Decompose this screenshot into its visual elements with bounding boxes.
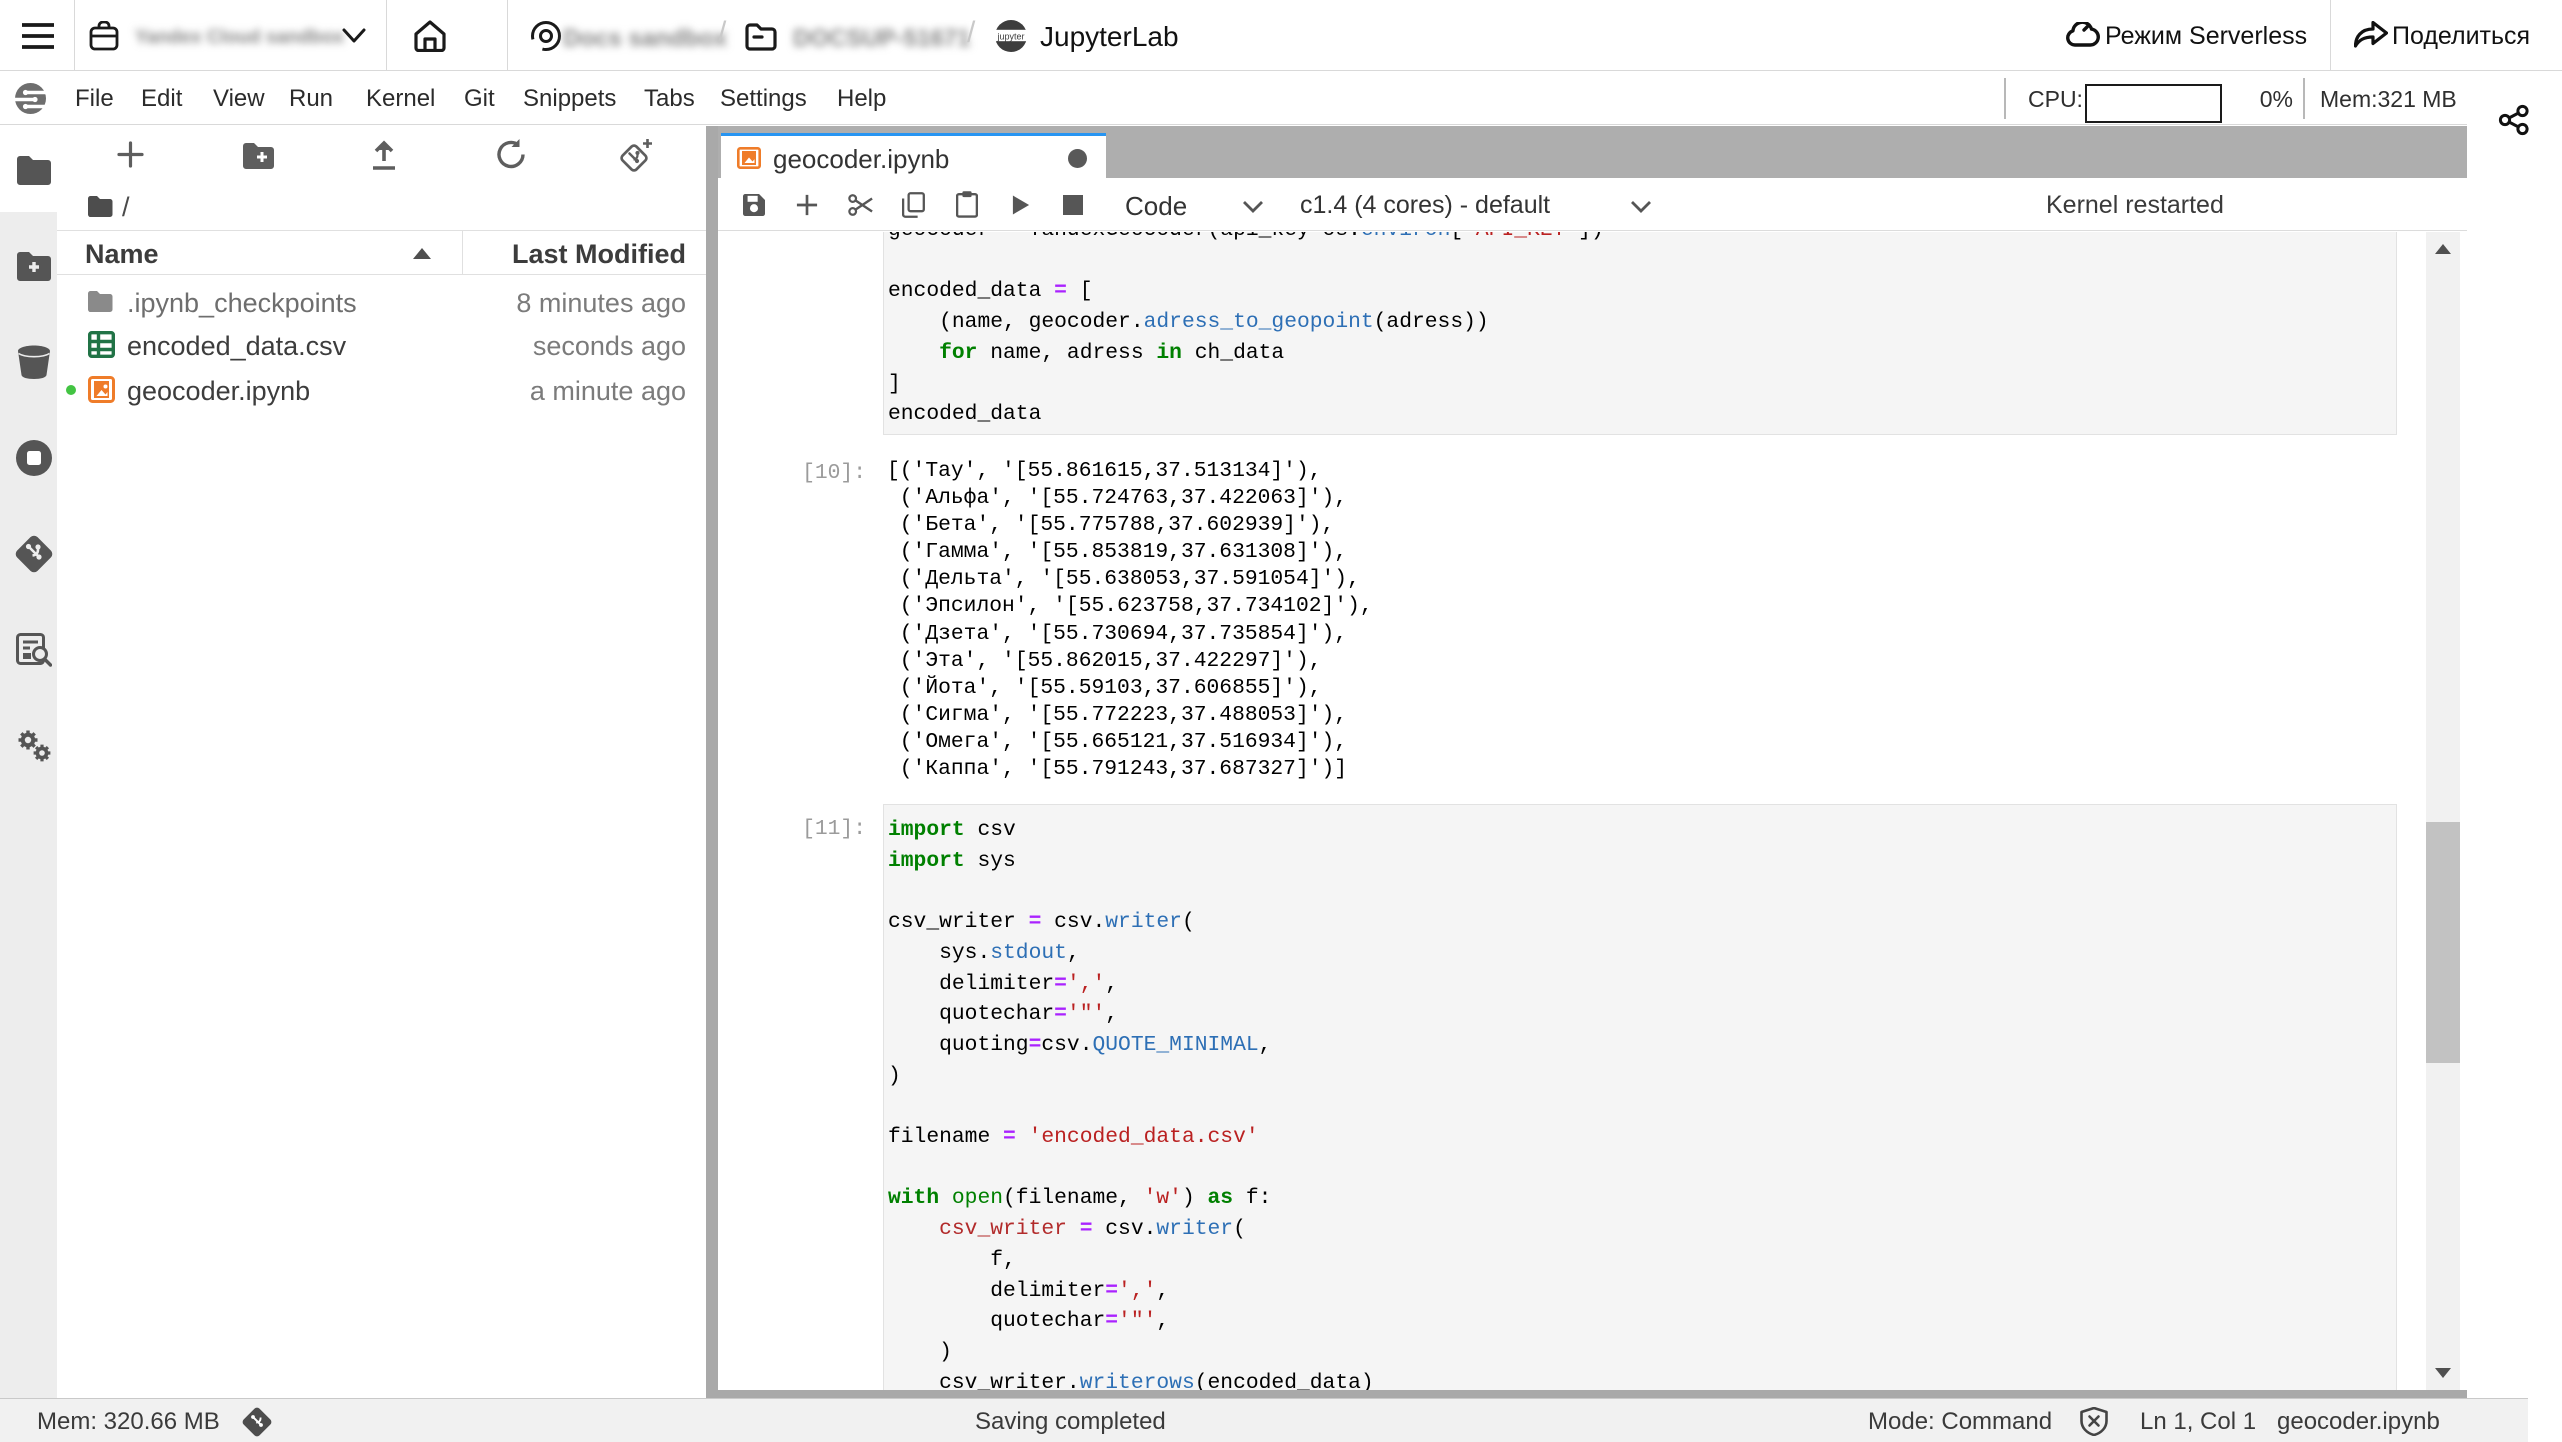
svg-text:jupyter: jupyter <box>996 32 1024 42</box>
